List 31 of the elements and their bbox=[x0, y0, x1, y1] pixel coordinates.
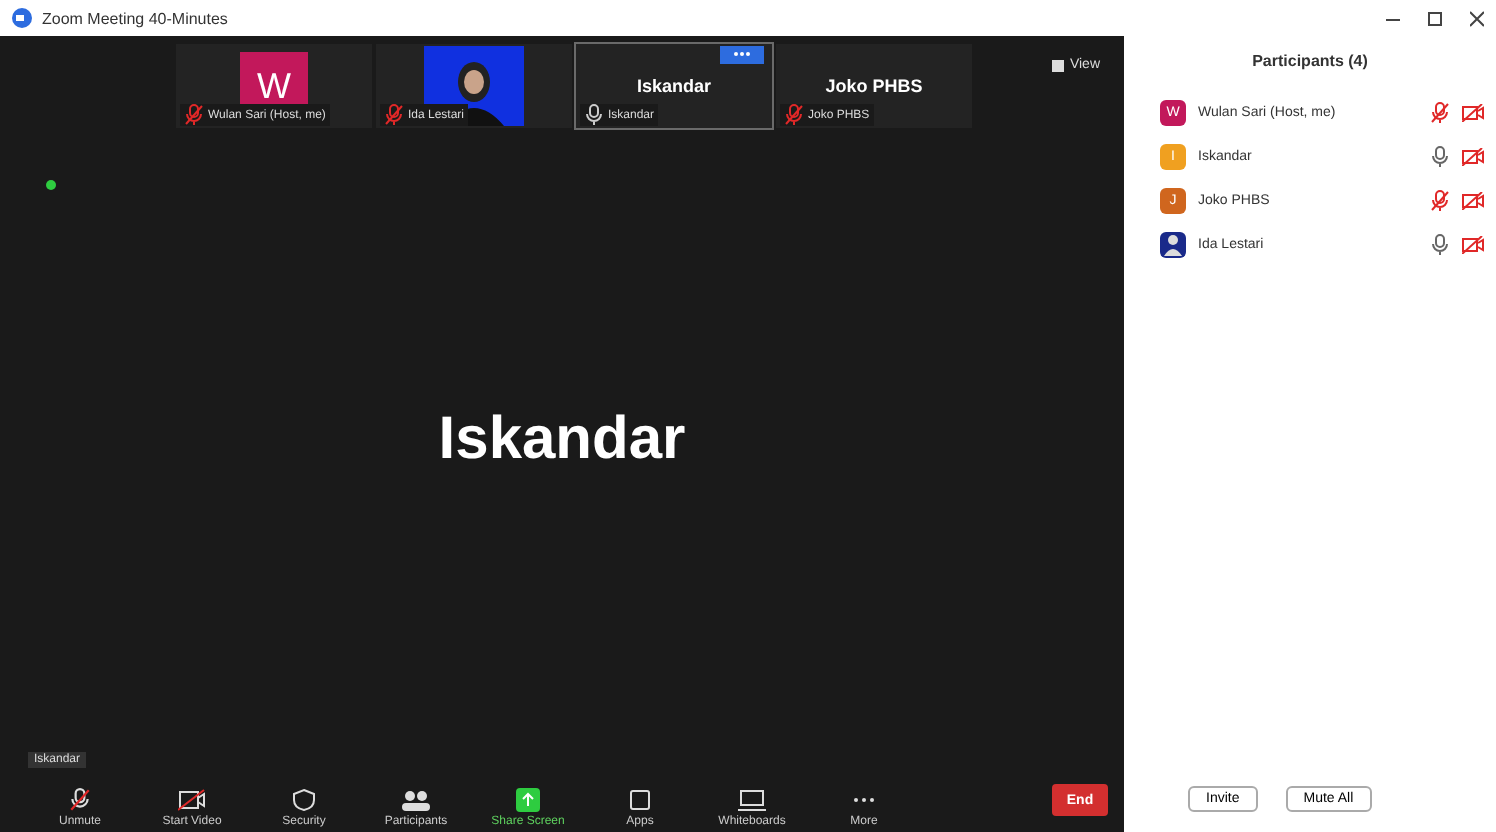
mic-icon[interactable] bbox=[584, 104, 604, 126]
share-icon bbox=[516, 788, 540, 812]
mic-icon[interactable] bbox=[1430, 233, 1450, 255]
close-icon[interactable] bbox=[1470, 9, 1484, 27]
video-off-icon bbox=[178, 788, 206, 812]
people-icon bbox=[402, 788, 430, 812]
whiteboard-icon bbox=[738, 788, 766, 812]
grid-icon bbox=[1051, 59, 1064, 71]
shield-icon bbox=[292, 788, 316, 812]
muted-mic-icon[interactable] bbox=[1430, 189, 1450, 211]
video-off-icon[interactable] bbox=[1462, 235, 1484, 253]
video-off-icon[interactable] bbox=[1462, 147, 1484, 165]
panel-title: Participants (4) bbox=[1250, 50, 1370, 74]
muted-mic-icon bbox=[68, 788, 92, 812]
more-button[interactable] bbox=[720, 46, 764, 64]
status-dot bbox=[46, 180, 56, 190]
tile-name: Iskandar bbox=[636, 76, 712, 96]
app-logo-icon bbox=[12, 8, 32, 28]
speaker-name: Iskandar bbox=[438, 406, 686, 474]
mic-icon[interactable] bbox=[1430, 145, 1450, 167]
tile-name: Joko PHBS bbox=[825, 76, 923, 96]
maximize-icon[interactable] bbox=[1428, 9, 1442, 27]
video-off-icon[interactable] bbox=[1462, 103, 1484, 121]
video-off-icon[interactable] bbox=[1462, 191, 1484, 209]
apps-icon bbox=[628, 788, 652, 812]
muted-mic-icon[interactable] bbox=[184, 104, 204, 126]
muted-mic-icon[interactable] bbox=[1430, 101, 1450, 123]
more-icon bbox=[732, 50, 752, 58]
muted-mic-icon[interactable] bbox=[384, 104, 404, 126]
muted-mic-icon[interactable] bbox=[784, 104, 804, 126]
window-title: Zoom Meeting 40-Minutes bbox=[42, 9, 228, 27]
